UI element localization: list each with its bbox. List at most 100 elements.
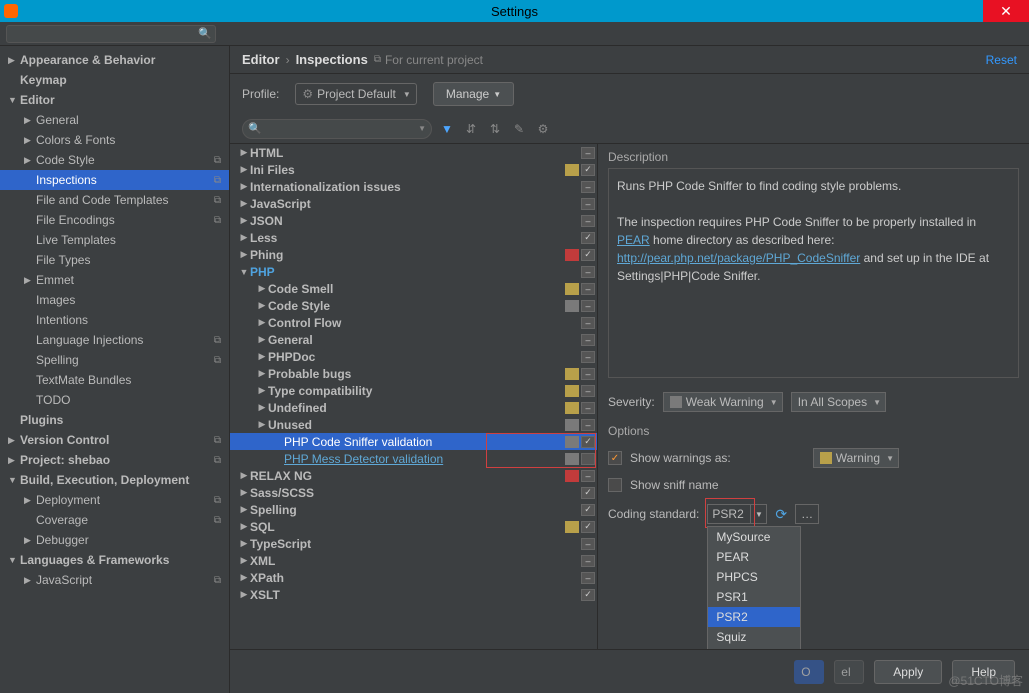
inspection-tree[interactable]: ▶HTML▶Ini Files▶Internationalization iss… <box>230 144 598 649</box>
apply-button[interactable]: Apply <box>874 660 942 684</box>
sidebar-item[interactable]: Plugins <box>0 410 229 430</box>
tree-row[interactable]: ▶PHPDoc <box>230 348 597 365</box>
refresh-icon[interactable]: ⟳ <box>775 506 787 523</box>
sidebar-item[interactable]: ▶JavaScript⧉ <box>0 570 229 590</box>
close-button[interactable]: ✕ <box>983 0 1029 22</box>
sidebar-item[interactable]: Inspections⧉ <box>0 170 229 190</box>
tree-row[interactable]: ▶General <box>230 331 597 348</box>
dropdown-item[interactable]: Squiz <box>708 627 800 647</box>
sidebar-item[interactable]: ▶Version Control⧉ <box>0 430 229 450</box>
reset-link[interactable]: Reset <box>986 53 1017 67</box>
dropdown-item[interactable]: Zend <box>708 647 800 649</box>
show-sniff-label: Show sniff name <box>630 478 719 492</box>
tree-row[interactable]: ▶Less <box>230 229 597 246</box>
tree-row[interactable]: ▶SQL <box>230 518 597 535</box>
severity-combo[interactable]: Weak Warning▼ <box>663 392 783 412</box>
inspection-search[interactable]: 🔍 ▼ <box>242 119 432 139</box>
tree-row[interactable]: ▶Unused <box>230 416 597 433</box>
sidebar-searchbar: 🔍 <box>0 22 1029 46</box>
tree-row[interactable]: ▶XSLT <box>230 586 597 603</box>
sidebar-item[interactable]: ▶General <box>0 110 229 130</box>
window-title: Settings <box>491 4 538 19</box>
tree-row[interactable]: ▶Spelling <box>230 501 597 518</box>
tree-row[interactable]: ▶Code Smell <box>230 280 597 297</box>
scope-combo[interactable]: In All Scopes▼ <box>791 392 886 412</box>
breadcrumb-inspections[interactable]: Inspections <box>296 52 368 67</box>
breadcrumb: Editor › Inspections ⧉ For current proje… <box>230 46 1029 74</box>
breadcrumb-editor[interactable]: Editor <box>242 52 280 67</box>
sidebar-item[interactable]: ▶Colors & Fonts <box>0 130 229 150</box>
browse-button[interactable]: … <box>795 504 819 524</box>
tree-row[interactable]: ▶XML <box>230 552 597 569</box>
dropdown-item[interactable]: PHPCS <box>708 567 800 587</box>
show-warnings-checkbox[interactable] <box>608 451 622 465</box>
ok-button[interactable]: O <box>794 660 824 684</box>
show-sniff-checkbox[interactable] <box>608 478 622 492</box>
dropdown-item[interactable]: MySource <box>708 527 800 547</box>
codesniffer-link[interactable]: http://pear.php.net/package/PHP_CodeSnif… <box>617 251 860 265</box>
tool-icon[interactable]: ✎ <box>510 120 528 138</box>
tree-row[interactable]: ▶Sass/SCSS <box>230 484 597 501</box>
sidebar-item[interactable]: ▶Appearance & Behavior <box>0 50 229 70</box>
sidebar-item[interactable]: ▼Build, Execution, Deployment <box>0 470 229 490</box>
sidebar-item[interactable]: ▶Emmet <box>0 270 229 290</box>
sidebar-item[interactable]: TODO <box>0 390 229 410</box>
cancel-button[interactable]: el <box>834 660 864 684</box>
tree-row[interactable]: ▶Probable bugs <box>230 365 597 382</box>
tree-row[interactable]: PHP Mess Detector validation <box>230 450 597 467</box>
sidebar-item[interactable]: ▼Languages & Frameworks <box>0 550 229 570</box>
collapse-icon[interactable]: ⇅ <box>486 120 504 138</box>
dropdown-item[interactable]: PSR1 <box>708 587 800 607</box>
sidebar-item[interactable]: Live Templates <box>0 230 229 250</box>
tree-row[interactable]: ▶Control Flow <box>230 314 597 331</box>
sidebar-item[interactable]: File Types <box>0 250 229 270</box>
gear-icon[interactable]: ⚙ <box>534 120 552 138</box>
sidebar-item[interactable]: ▶Debugger <box>0 530 229 550</box>
search-icon: 🔍 <box>198 27 212 40</box>
sidebar-item[interactable]: ▶Deployment⧉ <box>0 490 229 510</box>
warning-level-combo[interactable]: Warning▼ <box>813 448 899 468</box>
sidebar-item[interactable]: Images <box>0 290 229 310</box>
manage-button[interactable]: Manage▼ <box>433 82 514 106</box>
sidebar-item[interactable]: Language Injections⧉ <box>0 330 229 350</box>
sidebar-item[interactable]: TextMate Bundles <box>0 370 229 390</box>
tree-row[interactable]: ▶HTML <box>230 144 597 161</box>
sidebar-search-input[interactable] <box>6 25 216 43</box>
titlebar: Settings ✕ <box>0 0 1029 22</box>
tree-row[interactable]: ▶Code Style <box>230 297 597 314</box>
filter-icon[interactable]: ▼ <box>438 120 456 138</box>
sidebar-item[interactable]: Coverage⧉ <box>0 510 229 530</box>
sidebar-item[interactable]: File and Code Templates⧉ <box>0 190 229 210</box>
watermark: @51CTO博客 <box>948 672 1023 689</box>
sidebar-item[interactable]: ▶Project: shebao⧉ <box>0 450 229 470</box>
sidebar-item[interactable]: Spelling⧉ <box>0 350 229 370</box>
tree-row[interactable]: ▶Internationalization issues <box>230 178 597 195</box>
coding-standard-input[interactable]: PSR2 <box>707 504 751 524</box>
coding-standard-dropdown-button[interactable]: ▼ <box>751 504 767 524</box>
expand-icon[interactable]: ⇵ <box>462 120 480 138</box>
tree-row[interactable]: PHP Code Sniffer validation <box>230 433 597 450</box>
coding-standard-dropdown[interactable]: MySourcePEARPHPCSPSR1PSR2SquizZendCustom <box>707 526 801 649</box>
tree-row[interactable]: ▶Phing <box>230 246 597 263</box>
tree-row[interactable]: ▶Type compatibility <box>230 382 597 399</box>
dropdown-item[interactable]: PEAR <box>708 547 800 567</box>
pear-link[interactable]: PEAR <box>617 233 650 247</box>
dropdown-item[interactable]: PSR2 <box>708 607 800 627</box>
settings-sidebar[interactable]: ▶Appearance & BehaviorKeymap▼Editor▶Gene… <box>0 46 230 693</box>
profile-label: Profile: <box>242 87 279 101</box>
tree-row[interactable]: ▶Undefined <box>230 399 597 416</box>
coding-standard-label: Coding standard: <box>608 507 699 521</box>
tree-row[interactable]: ▶TypeScript <box>230 535 597 552</box>
tree-row[interactable]: ▼PHP <box>230 263 597 280</box>
tree-row[interactable]: ▶RELAX NG <box>230 467 597 484</box>
sidebar-item[interactable]: ▶Code Style⧉ <box>0 150 229 170</box>
sidebar-item[interactable]: File Encodings⧉ <box>0 210 229 230</box>
sidebar-item[interactable]: Keymap <box>0 70 229 90</box>
tree-row[interactable]: ▶XPath <box>230 569 597 586</box>
tree-row[interactable]: ▶Ini Files <box>230 161 597 178</box>
tree-row[interactable]: ▶JSON <box>230 212 597 229</box>
sidebar-item[interactable]: ▼Editor <box>0 90 229 110</box>
profile-combo[interactable]: ⚙ Project Default▼ <box>295 83 416 105</box>
tree-row[interactable]: ▶JavaScript <box>230 195 597 212</box>
sidebar-item[interactable]: Intentions <box>0 310 229 330</box>
